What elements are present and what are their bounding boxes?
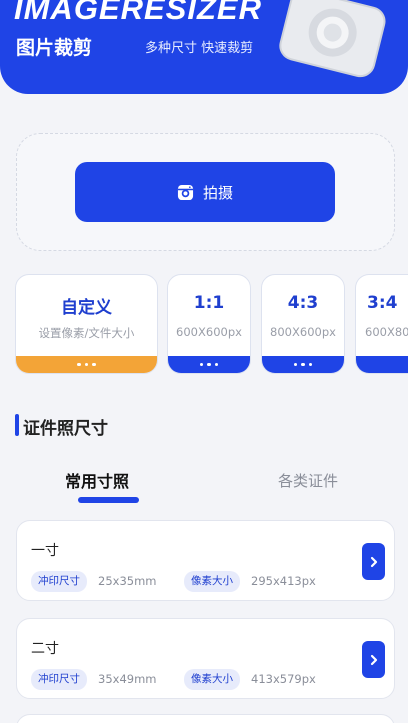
dot-icon — [199, 362, 204, 367]
preset-name: 4:3 — [287, 293, 319, 313]
preset-bar — [168, 356, 250, 373]
tab-document-types[interactable]: 各类证件 — [278, 470, 338, 491]
dot-icon — [301, 362, 305, 367]
preset-card-3-4[interactable]: 3:4 600X800px — [355, 274, 408, 374]
pixel-size-value: 295x413px — [251, 574, 316, 588]
preset-desc: 设置像素/文件大小 — [38, 326, 135, 340]
pixel-size-value: 413x579px — [251, 672, 316, 686]
section-accent-bar — [15, 414, 19, 436]
chevron-right-icon — [370, 556, 377, 567]
chevron-right-icon — [370, 654, 377, 665]
preset-name: 自定义 — [61, 298, 112, 318]
print-size-value: 35x49mm — [98, 672, 157, 686]
preset-desc: 600X600px — [176, 325, 242, 339]
dot-icon — [214, 362, 219, 367]
page-title: 图片裁剪 — [16, 37, 93, 59]
pixel-size-tag: 像素大小 — [184, 669, 240, 690]
instagram-camera-icon — [177, 184, 194, 200]
header-banner: IMAGERESIZER 图片裁剪 多种尺寸 快速裁剪 — [0, 0, 408, 94]
brand-wordmark: IMAGERESIZER — [14, 0, 262, 26]
preset-card-1-1[interactable]: 1:1 600X600px — [167, 274, 251, 374]
preset-bar — [16, 356, 157, 373]
preset-bar — [356, 356, 408, 373]
dot-icon — [293, 362, 298, 367]
preset-name: 3:4 — [367, 293, 398, 313]
size-card-arrow-button[interactable] — [362, 543, 385, 580]
size-name: 二寸 — [31, 641, 59, 657]
preset-desc: 600X800px — [365, 325, 408, 339]
dot-icon — [77, 362, 81, 367]
size-card-2-inch[interactable]: 二寸 冲印尺寸 35x49mm 像素大小 413x579px — [16, 618, 395, 699]
section-title: 证件照尺寸 — [23, 419, 108, 439]
dot-icon — [84, 362, 89, 367]
tab-common-sizes[interactable]: 常用寸照 — [65, 468, 129, 492]
preset-desc: 800X600px — [270, 325, 336, 339]
dot-icon — [308, 362, 313, 367]
preset-name: 1:1 — [193, 293, 225, 313]
shoot-button[interactable]: 拍摄 — [75, 162, 335, 222]
print-size-value: 25x35mm — [98, 574, 157, 588]
dot-icon — [92, 362, 96, 367]
size-card-partial[interactable] — [16, 714, 395, 723]
print-size-tag: 冲印尺寸 — [31, 669, 87, 690]
dot-icon — [207, 362, 211, 367]
shoot-label: 拍摄 — [202, 183, 233, 202]
page-subtitle: 多种尺寸 快速裁剪 — [145, 41, 254, 56]
preset-card-custom[interactable]: 自定义 设置像素/文件大小 — [15, 274, 158, 374]
camera-icon — [279, 0, 386, 78]
size-card-1-inch[interactable]: 一寸 冲印尺寸 25x35mm 像素大小 295x413px — [16, 520, 395, 601]
pixel-size-tag: 像素大小 — [184, 571, 240, 592]
print-size-tag: 冲印尺寸 — [31, 571, 87, 592]
preset-bar — [262, 356, 344, 373]
size-card-arrow-button[interactable] — [362, 641, 385, 678]
size-name: 一寸 — [31, 543, 59, 559]
tab-active-indicator — [78, 497, 139, 503]
preset-card-4-3[interactable]: 4:3 800X600px — [261, 274, 345, 374]
